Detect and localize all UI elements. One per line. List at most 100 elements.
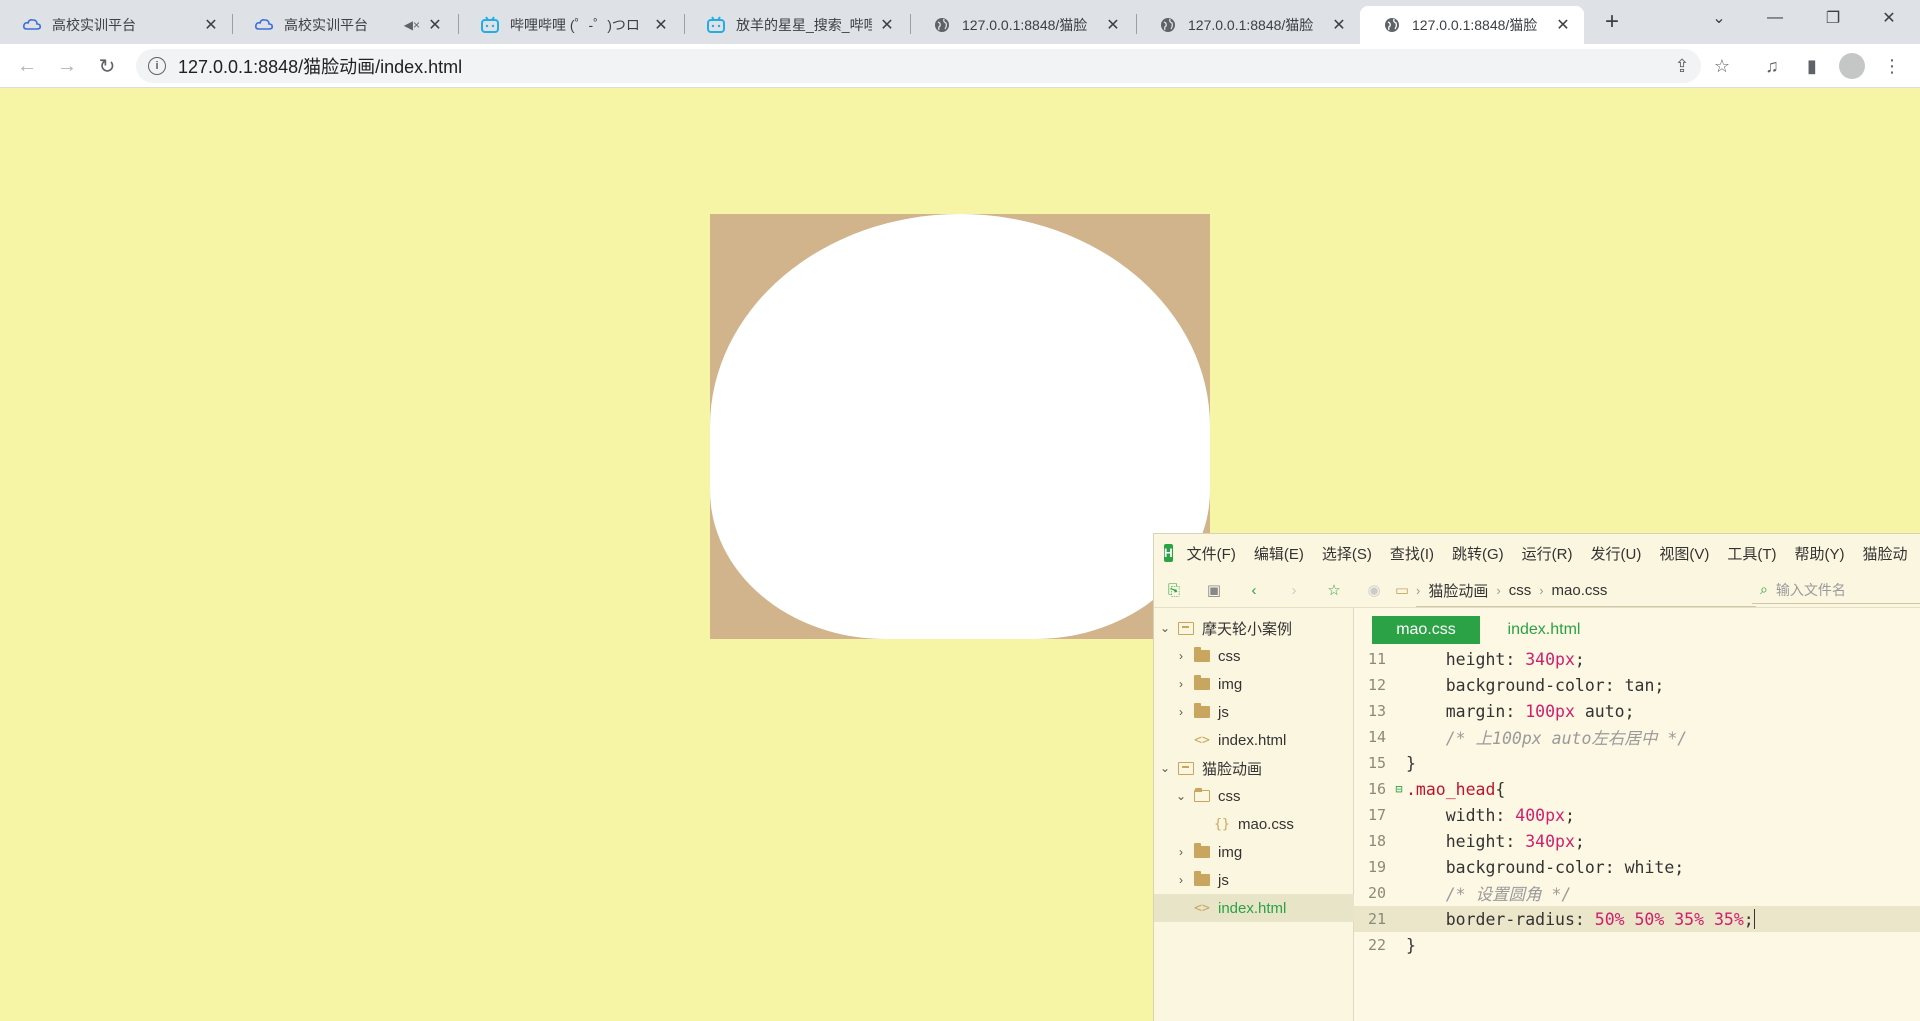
save-icon[interactable]: ▣	[1204, 580, 1224, 600]
html-file-icon: <>	[1194, 900, 1210, 916]
tree-item-file[interactable]: <> index.html	[1154, 726, 1354, 754]
tree-item-label: js	[1218, 703, 1229, 721]
tree-item-folder[interactable]: › js	[1154, 698, 1354, 726]
star-icon[interactable]: ☆	[1324, 580, 1344, 600]
code-line: 13 margin: 100px auto;	[1354, 698, 1920, 724]
chevron-right-icon: ›	[1179, 649, 1183, 663]
code-line: 17 width: 400px;	[1354, 802, 1920, 828]
tree-item-label: js	[1218, 871, 1229, 889]
tree-item-label: index.html	[1218, 899, 1287, 917]
line-number: 14	[1367, 728, 1386, 746]
new-file-icon[interactable]: ⎘	[1164, 580, 1184, 600]
tab-title: 127.0.0.1:8848/猫脸	[1188, 17, 1314, 33]
share-icon[interactable]: ⇪	[1668, 52, 1696, 80]
browser-tab-active[interactable]: 127.0.0.1:8848/猫脸 ✕	[1360, 6, 1584, 44]
browser-toolbar: ← → ↻ i 127.0.0.1:8848/猫脸动画/index.html ⇪…	[0, 44, 1920, 88]
close-icon[interactable]: ✕	[652, 16, 670, 34]
media-control-icon[interactable]: ♫	[1758, 52, 1786, 80]
browser-tab[interactable]: 127.0.0.1:8848/猫脸 ✕	[1136, 6, 1360, 44]
line-number: 21	[1367, 910, 1386, 928]
new-tab-button[interactable]: +	[1598, 8, 1626, 36]
browser-tab[interactable]: 127.0.0.1:8848/猫脸 ✕	[910, 6, 1134, 44]
browser-tab[interactable]: 哔哩哔哩 (゜-゜)つロ ✕	[458, 6, 682, 44]
bookmark-star-icon[interactable]: ☆	[1708, 52, 1736, 80]
info-icon[interactable]: i	[148, 57, 166, 75]
tree-item-folder[interactable]: ⌄ css	[1154, 782, 1354, 810]
code-line: 19 background-color: white;	[1354, 854, 1920, 880]
css-file-icon: {}	[1214, 816, 1230, 832]
menu-help[interactable]: 帮助(Y)	[1794, 543, 1844, 564]
tree-item-project[interactable]: ⌄ 猫脸动画	[1154, 754, 1354, 782]
line-number: 22	[1367, 936, 1386, 954]
close-icon[interactable]: ✕	[1330, 16, 1348, 34]
fold-toggle-icon[interactable]: ⊟	[1392, 782, 1406, 796]
forward-button[interactable]: →	[53, 52, 81, 80]
file-search-placeholder: 输入文件名	[1775, 581, 1846, 598]
tree-item-project[interactable]: ⌄ 摩天轮小案例	[1154, 614, 1354, 642]
text-caret	[1753, 909, 1755, 929]
code-editor[interactable]: 11 height: 340px; 12 background-color: t…	[1354, 646, 1920, 1021]
reload-button[interactable]: ↻	[93, 52, 121, 80]
close-icon[interactable]: ✕	[1554, 16, 1572, 34]
menu-tools[interactable]: 工具(T)	[1727, 543, 1776, 564]
profile-avatar[interactable]	[1838, 52, 1866, 80]
tree-item-folder[interactable]: › css	[1154, 642, 1354, 670]
line-number: 18	[1367, 832, 1386, 850]
editor-tab-active[interactable]: mao.css	[1372, 616, 1480, 644]
side-panel-icon[interactable]: ▮	[1798, 52, 1826, 80]
menu-edit[interactable]: 编辑(E)	[1254, 543, 1304, 564]
tree-item-folder[interactable]: › js	[1154, 866, 1354, 894]
tree-item-label: mao.css	[1238, 815, 1294, 833]
browser-tab[interactable]: 放羊的星星_搜索_哔哩 ✕	[684, 6, 908, 44]
chevron-right-icon: ›	[1416, 582, 1421, 598]
menu-goto[interactable]: 跳转(G)	[1452, 543, 1504, 564]
menu-file[interactable]: 文件(F)	[1187, 543, 1236, 564]
more-menu-icon[interactable]: ⋮	[1878, 52, 1906, 80]
close-icon[interactable]: ✕	[426, 16, 444, 34]
restore-button[interactable]: ❐	[1810, 0, 1856, 36]
back-button[interactable]: ←	[13, 52, 41, 80]
globe-icon	[1158, 15, 1178, 35]
menu-select[interactable]: 选择(S)	[1322, 543, 1372, 564]
close-window-button[interactable]: ✕	[1866, 0, 1912, 36]
bilibili-icon	[480, 15, 500, 35]
globe-icon	[932, 15, 952, 35]
editor-menubar: H 文件(F) 编辑(E) 选择(S) 查找(I) 跳转(G) 运行(R) 发行…	[1154, 534, 1920, 572]
browser-tab[interactable]: 高校实训平台 ◀× ✕	[232, 6, 456, 44]
menu-run[interactable]: 运行(R)	[1522, 543, 1573, 564]
code-line: 11 height: 340px;	[1354, 646, 1920, 672]
breadcrumb-item[interactable]: css	[1509, 582, 1532, 599]
tree-item-folder[interactable]: › img	[1154, 838, 1354, 866]
close-icon[interactable]: ✕	[202, 16, 220, 34]
file-search-input[interactable]: ⌕ 输入文件名	[1752, 576, 1920, 604]
code-line-current: 21 border-radius: 50% 50% 35% 35%;	[1354, 906, 1920, 932]
run-icon[interactable]: ◉	[1364, 580, 1384, 600]
project-icon	[1176, 621, 1196, 635]
close-icon[interactable]: ✕	[878, 16, 896, 34]
tree-item-folder[interactable]: › img	[1154, 670, 1354, 698]
browser-tab[interactable]: 高校实训平台 ✕	[0, 6, 232, 44]
code-line: 20 /* 设置圆角 */	[1354, 880, 1920, 906]
back-arrow-icon[interactable]: ‹	[1244, 580, 1264, 600]
editor-tab[interactable]: index.html	[1484, 616, 1604, 644]
project-folder-icon: ▭	[1394, 582, 1410, 599]
minimize-button[interactable]: —	[1752, 0, 1798, 36]
chevron-right-icon: ›	[1539, 582, 1544, 598]
line-number: 16	[1367, 780, 1386, 798]
tree-item-file[interactable]: {} mao.css	[1154, 810, 1354, 838]
speaker-muted-icon[interactable]: ◀×	[404, 18, 420, 32]
breadcrumb-item[interactable]: mao.css	[1552, 582, 1608, 599]
menu-find[interactable]: 查找(I)	[1390, 543, 1434, 564]
hbuilderx-window: H 文件(F) 编辑(E) 选择(S) 查找(I) 跳转(G) 运行(R) 发行…	[1153, 533, 1920, 1021]
tab-search-icon[interactable]: ⌄	[1696, 0, 1742, 36]
address-bar[interactable]: i 127.0.0.1:8848/猫脸动画/index.html	[136, 49, 1701, 83]
menu-view[interactable]: 视图(V)	[1659, 543, 1709, 564]
chevron-down-icon: ⌄	[1175, 789, 1187, 803]
forward-arrow-icon[interactable]: ›	[1284, 580, 1304, 600]
close-icon[interactable]: ✕	[1104, 16, 1122, 34]
tree-item-file-selected[interactable]: <> index.html	[1154, 894, 1354, 922]
breadcrumb-item[interactable]: 猫脸动画	[1428, 580, 1488, 601]
tab-title: 放羊的星星_搜索_哔哩	[736, 17, 872, 33]
line-number: 17	[1367, 806, 1386, 824]
menu-publish[interactable]: 发行(U)	[1591, 543, 1642, 564]
